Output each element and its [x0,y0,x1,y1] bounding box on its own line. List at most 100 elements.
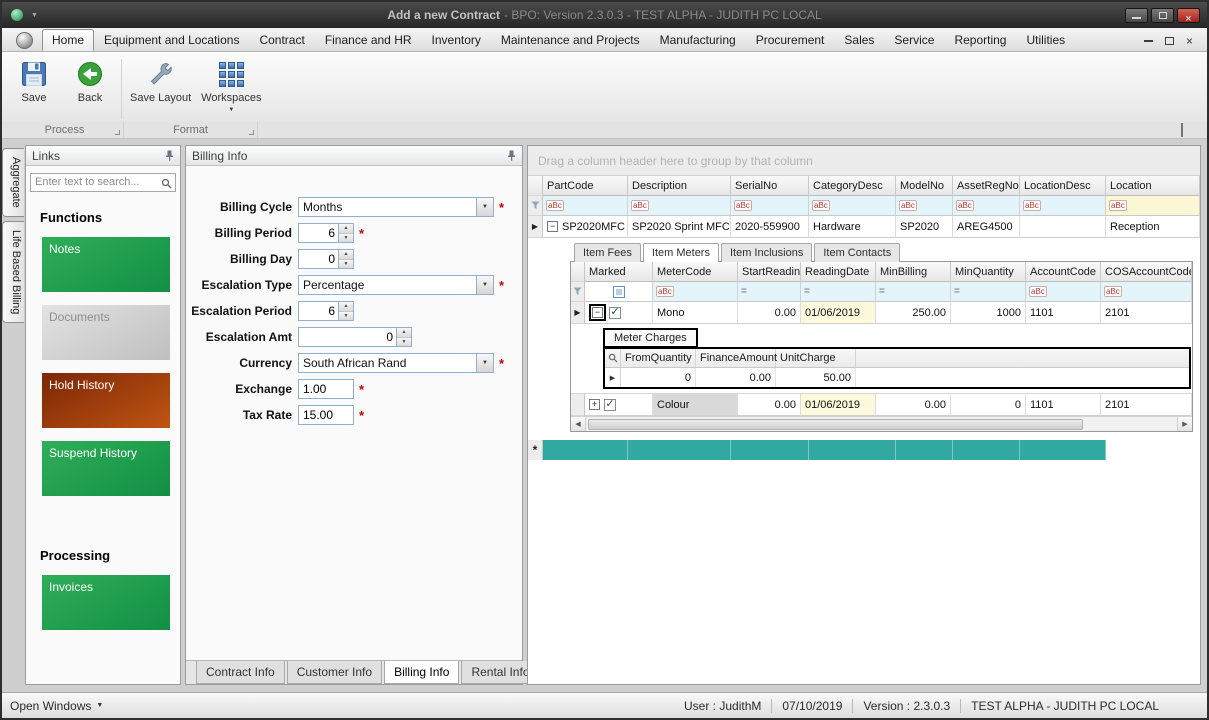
cell-startreading[interactable]: 0.00 [738,302,801,324]
pin-icon[interactable] [507,150,516,161]
column-header-accountcode[interactable]: AccountCode [1026,262,1101,282]
tab-inventory[interactable]: Inventory [422,29,491,51]
suspend-history-button[interactable]: Suspend History [42,441,170,496]
cell-accountcode[interactable]: 1101 [1026,394,1101,416]
minimize-button[interactable] [1125,8,1148,23]
cell-readingdate[interactable]: 01/06/2019 [801,394,876,416]
column-header-minbilling[interactable]: MinBilling [876,262,951,282]
back-button[interactable]: Back [62,56,118,122]
column-header-location[interactable]: Location [1106,176,1200,196]
spin-up-icon[interactable]: ▲ [397,328,411,338]
tab-utilities[interactable]: Utilities [1016,29,1075,51]
open-windows-button[interactable]: Open Windows ▼ [2,699,103,713]
new-cell-modelno[interactable] [896,440,953,460]
scroll-right-button[interactable]: ▶ [1177,417,1192,431]
cell-accountcode[interactable]: 1101 [1026,302,1101,324]
column-header-financeamount[interactable]: FinanceAmount [696,349,776,367]
column-header-unitcharge[interactable]: UnitCharge [776,349,856,367]
billing-day-stepper[interactable]: 0 ▲▼ [298,249,354,269]
column-header-metercode[interactable]: MeterCode [653,262,738,282]
side-tab-life-based-billing[interactable]: Life Based Billing [2,221,24,323]
meter-row-mono[interactable]: ▶ − ✓ Mono 0.00 01/06/2019 250.00 1000 1… [571,302,1192,324]
tab-billing-info[interactable]: Billing Info [384,661,459,684]
collapse-row-button[interactable]: − [592,307,603,318]
tab-item-contacts[interactable]: Item Contacts [814,243,900,262]
dialog-launcher-icon[interactable] [115,130,120,135]
horizontal-scrollbar[interactable]: ◀ ▶ [571,416,1192,431]
chevron-down-icon[interactable]: ▼ [476,354,493,372]
cell-cosaccountcode[interactable]: 2101 [1101,302,1192,324]
column-header-readingdate[interactable]: ReadingDate [801,262,876,282]
column-header-categorydesc[interactable]: CategoryDesc [809,176,896,196]
filter-cell-categorydesc[interactable]: aBc [809,196,896,216]
cell-readingdate[interactable]: 01/06/2019 [801,302,876,324]
cell-minbilling[interactable]: 0.00 [876,394,951,416]
cell-locationdesc[interactable] [1020,216,1106,238]
spin-down-icon[interactable]: ▼ [339,312,353,321]
cell-metercode[interactable]: Colour [653,394,738,416]
new-cell-description[interactable] [628,440,731,460]
new-cell-partcode[interactable] [543,440,628,460]
new-cell-assetregno[interactable] [953,440,1020,460]
doc-restore-button[interactable] [1165,37,1174,45]
workspaces-button[interactable]: Workspaces ▼ [196,56,266,122]
filter-cell-cosaccountcode[interactable]: aBc [1101,282,1192,302]
cell-startreading[interactable]: 0.00 [738,394,801,416]
filter-cell-description[interactable]: aBc [628,196,731,216]
cell-minquantity[interactable]: 1000 [951,302,1026,324]
tab-equipment-and-locations[interactable]: Equipment and Locations [94,29,249,51]
tab-item-meters[interactable]: Item Meters [643,243,719,262]
exchange-field[interactable]: 1.00 [298,379,354,399]
column-header-marked[interactable]: Marked [585,262,653,282]
cell-financeamount[interactable]: 0.00 [696,368,776,387]
expand-row-button[interactable]: + [589,399,600,410]
scroll-left-button[interactable]: ◀ [571,417,586,431]
tax-rate-field[interactable]: 15.00 [298,405,354,425]
spin-up-icon[interactable]: ▲ [339,250,353,260]
cell-description[interactable]: SP2020 Sprint MFC [628,216,731,238]
tab-manufacturing[interactable]: Manufacturing [650,29,746,51]
application-menu-button[interactable] [6,32,42,51]
tab-home[interactable]: Home [42,29,94,51]
cell-serialno[interactable]: 2020-559900 [731,216,809,238]
filter-cell-metercode[interactable]: aBc [653,282,738,302]
scrollbar-thumb[interactable] [588,419,1083,430]
cell-metercode[interactable]: Mono [653,302,738,324]
cell-minbilling[interactable]: 250.00 [876,302,951,324]
filter-cell-partcode[interactable]: aBc [543,196,628,216]
column-header-startreading[interactable]: StartReading [738,262,801,282]
tab-meter-charges[interactable]: Meter Charges [603,328,698,348]
close-button[interactable]: × [1177,8,1200,23]
marked-checkbox[interactable]: ✓ [609,307,621,319]
cell-partcode[interactable]: − SP2020MFC [543,216,628,238]
filter-cell-minquantity[interactable]: = [951,282,1026,302]
hold-history-button[interactable]: Hold History [42,373,170,428]
column-header-modelno[interactable]: ModelNo [896,176,953,196]
currency-dropdown[interactable]: South African Rand ▼ [298,353,494,373]
filter-cell-serialno[interactable]: aBc [731,196,809,216]
billing-period-stepper[interactable]: 6 ▲▼ [298,223,354,243]
column-header-serialno[interactable]: SerialNo [731,176,809,196]
tab-reporting[interactable]: Reporting [944,29,1016,51]
filter-cell-modelno[interactable]: aBc [896,196,953,216]
column-header-minquantity[interactable]: MinQuantity [951,262,1026,282]
cell-fromquantity[interactable]: 0 [621,368,696,387]
filter-cell-marked[interactable] [585,282,653,302]
column-header-fromquantity[interactable]: FromQuantity [621,349,696,367]
cell-modelno[interactable]: SP2020 [896,216,953,238]
invoices-button[interactable]: Invoices [42,575,170,630]
column-header-partcode[interactable]: PartCode [543,176,628,196]
tab-item-fees[interactable]: Item Fees [574,243,641,262]
filter-cell-assetregno[interactable]: aBc [953,196,1020,216]
cell-minquantity[interactable]: 0 [951,394,1026,416]
cell-assetregno[interactable]: AREG4500 [953,216,1020,238]
search-input[interactable] [30,173,176,192]
documents-button[interactable]: Documents [42,305,170,360]
spin-down-icon[interactable]: ▼ [339,234,353,243]
column-header-description[interactable]: Description [628,176,731,196]
save-button[interactable]: Save [6,56,62,122]
grid-row-sp2020mfc[interactable]: ▶ − SP2020MFC SP2020 Sprint MFC 2020-559… [528,216,1200,238]
column-header-locationdesc[interactable]: LocationDesc [1020,176,1106,196]
charges-data-row[interactable]: ▶ 0 0.00 50.00 [605,368,1189,387]
dialog-launcher-icon[interactable] [249,130,254,135]
